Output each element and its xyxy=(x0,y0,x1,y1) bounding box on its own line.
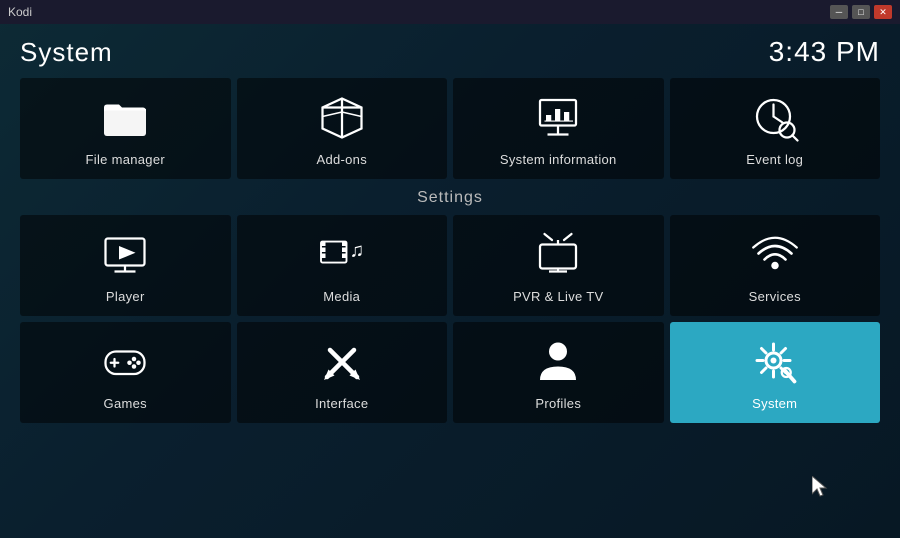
settings-grid-row2: Games Interface xyxy=(20,322,880,423)
event-log-label: Event log xyxy=(746,152,803,167)
titlebar-title: Kodi xyxy=(8,5,32,19)
header: System 3:43 PM xyxy=(20,36,880,68)
games-label: Games xyxy=(104,396,147,411)
top-grid: File manager Add-ons xyxy=(20,78,880,179)
titlebar: Kodi ─ □ ✕ xyxy=(0,0,900,24)
system-label: System xyxy=(752,396,797,411)
event-log-icon xyxy=(749,92,801,144)
page-title: System xyxy=(20,37,113,68)
grid-item-services[interactable]: Services xyxy=(670,215,881,316)
minimize-button[interactable]: ─ xyxy=(830,5,848,19)
media-icon: ♫ xyxy=(316,229,368,281)
grid-item-file-manager[interactable]: File manager xyxy=(20,78,231,179)
pvr-live-tv-label: PVR & Live TV xyxy=(513,289,603,304)
grid-item-system[interactable]: System xyxy=(670,322,881,423)
profiles-icon xyxy=(532,336,584,388)
games-icon xyxy=(99,336,151,388)
grid-item-system-information[interactable]: System information xyxy=(453,78,664,179)
interface-label: Interface xyxy=(315,396,368,411)
grid-item-profiles[interactable]: Profiles xyxy=(453,322,664,423)
add-ons-label: Add-ons xyxy=(316,152,367,167)
close-button[interactable]: ✕ xyxy=(874,5,892,19)
grid-item-event-log[interactable]: Event log xyxy=(670,78,881,179)
profiles-label: Profiles xyxy=(535,396,581,411)
services-icon xyxy=(749,229,801,281)
player-icon xyxy=(99,229,151,281)
system-icon xyxy=(749,336,801,388)
file-manager-icon xyxy=(99,92,151,144)
titlebar-controls: ─ □ ✕ xyxy=(830,5,892,19)
grid-item-add-ons[interactable]: Add-ons xyxy=(237,78,448,179)
grid-item-pvr-live-tv[interactable]: PVR & Live TV xyxy=(453,215,664,316)
system-information-label: System information xyxy=(500,152,617,167)
grid-item-games[interactable]: Games xyxy=(20,322,231,423)
pvr-live-tv-icon xyxy=(532,229,584,281)
settings-grid-row1: Player ♫ Media xyxy=(20,215,880,316)
system-information-icon xyxy=(532,92,584,144)
settings-section-label: Settings xyxy=(20,189,880,207)
add-ons-icon xyxy=(316,92,368,144)
grid-item-interface[interactable]: Interface xyxy=(237,322,448,423)
maximize-button[interactable]: □ xyxy=(852,5,870,19)
interface-icon xyxy=(316,336,368,388)
media-label: Media xyxy=(323,289,360,304)
grid-item-player[interactable]: Player xyxy=(20,215,231,316)
clock-display: 3:43 PM xyxy=(769,36,880,68)
file-manager-label: File manager xyxy=(86,152,165,167)
main-content: System 3:43 PM File manager xyxy=(0,24,900,538)
player-label: Player xyxy=(106,289,145,304)
svg-text:♫: ♫ xyxy=(349,240,364,262)
grid-item-media[interactable]: ♫ Media xyxy=(237,215,448,316)
services-label: Services xyxy=(749,289,801,304)
